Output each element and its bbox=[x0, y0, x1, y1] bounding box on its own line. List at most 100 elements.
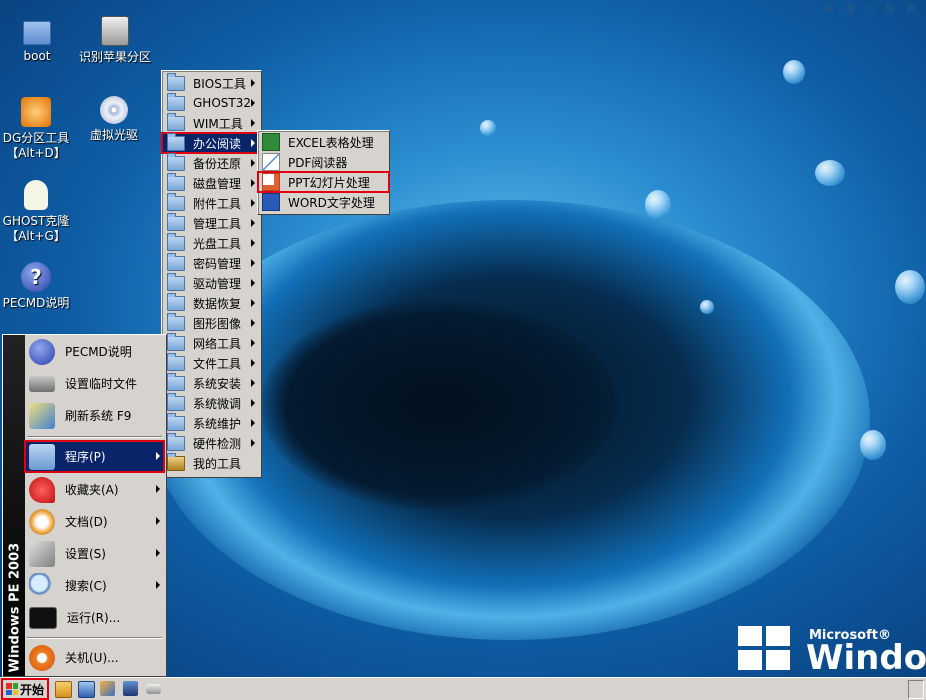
folder-icon bbox=[167, 392, 185, 411]
chevron-right-icon bbox=[251, 359, 255, 367]
quicklaunch-network-icon[interactable] bbox=[123, 681, 138, 696]
folder-icon bbox=[167, 132, 185, 151]
programs-item-hardware[interactable]: 硬件检测 bbox=[162, 432, 261, 453]
chevron-right-icon bbox=[156, 517, 160, 525]
office-menu: EXCEL表格处理 PDF阅读器 PPT幻灯片处理 WORD文字处理 bbox=[257, 130, 390, 215]
programs-item-cd[interactable]: 光盘工具 bbox=[162, 232, 261, 253]
chevron-right-icon bbox=[251, 159, 255, 167]
programs-item-disk[interactable]: 磁盘管理 bbox=[162, 172, 261, 193]
start-menu-sidebar: Windows PE 2003 bbox=[3, 335, 25, 676]
programs-item-accessories[interactable]: 附件工具 bbox=[162, 192, 261, 213]
chevron-right-icon bbox=[251, 439, 255, 447]
programs-item-bios[interactable]: BIOS工具 bbox=[162, 72, 261, 93]
quicklaunch-drive-icon[interactable] bbox=[146, 684, 161, 694]
start-item-run[interactable]: 运行(R)... bbox=[25, 602, 164, 633]
quicklaunch-tools-icon[interactable] bbox=[100, 681, 115, 696]
start-item-shutdown[interactable]: 关机(U)... bbox=[25, 642, 164, 673]
office-item-pdf[interactable]: PDF阅读器 bbox=[258, 152, 389, 172]
start-item-pecmd[interactable]: PECMD说明 bbox=[25, 336, 164, 367]
chevron-right-icon bbox=[251, 339, 255, 347]
documents-icon bbox=[29, 508, 55, 535]
desktop-icon-boot[interactable]: boot bbox=[0, 17, 77, 64]
ghost-icon bbox=[24, 180, 48, 210]
office-item-excel[interactable]: EXCEL表格处理 bbox=[258, 132, 389, 152]
programs-item-password[interactable]: 密码管理 bbox=[162, 252, 261, 273]
programs-item-network[interactable]: 网络工具 bbox=[162, 332, 261, 353]
menu-separator bbox=[27, 637, 162, 639]
programs-item-file[interactable]: 文件工具 bbox=[162, 352, 261, 373]
folder-icon bbox=[23, 21, 51, 45]
folder-icon bbox=[167, 432, 185, 451]
windows-flag-icon bbox=[6, 683, 18, 695]
virtual-cd-icon bbox=[100, 96, 128, 124]
favorites-icon bbox=[29, 476, 55, 503]
search-icon bbox=[29, 572, 55, 599]
programs-item-office[interactable]: 办公阅读 bbox=[161, 132, 262, 154]
windows-label: Windows bbox=[806, 638, 926, 677]
folder-icon bbox=[167, 272, 185, 291]
programs-item-driver[interactable]: 驱动管理 bbox=[162, 272, 261, 293]
folder-icon bbox=[167, 92, 185, 111]
folder-icon bbox=[167, 232, 185, 251]
chevron-right-icon bbox=[251, 79, 255, 87]
windows-logo bbox=[738, 626, 790, 670]
start-item-tempfile[interactable]: 设置临时文件 bbox=[25, 368, 164, 399]
programs-item-ghost32[interactable]: GHOST32 bbox=[162, 92, 261, 113]
chevron-right-icon bbox=[251, 379, 255, 387]
chevron-right-icon bbox=[156, 549, 160, 557]
chevron-right-icon bbox=[251, 179, 255, 187]
programs-item-backup[interactable]: 备份还原 bbox=[162, 152, 261, 173]
folder-icon bbox=[167, 212, 185, 231]
word-icon bbox=[262, 193, 280, 211]
programs-item-mytools[interactable]: 我的工具 bbox=[162, 452, 261, 473]
start-item-settings[interactable]: 设置(S) bbox=[25, 538, 164, 569]
memory-icon bbox=[29, 375, 55, 392]
start-item-favorites[interactable]: 收藏夹(A) bbox=[25, 474, 164, 505]
water-drop bbox=[895, 270, 925, 304]
start-button[interactable]: 开始 bbox=[1, 678, 49, 700]
programs-item-install[interactable]: 系统安装 bbox=[162, 372, 261, 393]
brand-logo-text: U 深 度 U 盘 启 bbox=[805, 4, 920, 15]
chevron-right-icon bbox=[251, 139, 255, 147]
folder-icon bbox=[167, 372, 185, 391]
office-item-ppt[interactable]: PPT幻灯片处理 bbox=[257, 171, 390, 193]
taskbar: 开始 bbox=[0, 677, 926, 700]
folder-icon bbox=[167, 412, 185, 431]
programs-item-maintenance[interactable]: 系统维护 bbox=[162, 412, 261, 433]
system-tray bbox=[908, 680, 924, 699]
refresh-icon bbox=[29, 402, 55, 429]
start-item-search[interactable]: 搜索(C) bbox=[25, 570, 164, 601]
desktop-icon-pecmd[interactable]: ? PECMD说明 bbox=[0, 262, 76, 311]
water-splash-center bbox=[260, 300, 620, 510]
pdf-icon bbox=[262, 153, 280, 171]
diskgenius-icon bbox=[21, 97, 51, 127]
help-icon bbox=[29, 338, 55, 365]
chevron-right-icon bbox=[156, 581, 160, 589]
quicklaunch-explorer-icon[interactable] bbox=[55, 681, 72, 698]
folder-icon bbox=[167, 312, 185, 331]
tools-icon bbox=[167, 452, 185, 471]
chevron-right-icon bbox=[156, 485, 160, 493]
programs-item-recovery[interactable]: 数据恢复 bbox=[162, 292, 261, 313]
desktop-icon-virtual-cd[interactable]: 虚拟光驱 bbox=[74, 96, 154, 143]
start-item-programs[interactable]: 程序(P) bbox=[24, 440, 165, 473]
water-drop bbox=[860, 430, 886, 460]
quicklaunch-screen-icon[interactable] bbox=[78, 681, 95, 698]
desktop-icon-mac-partition[interactable]: 识别苹果分区 bbox=[75, 16, 155, 65]
desktop-icon-diskgenius[interactable]: DG分区工具 【Alt+D】 bbox=[0, 97, 76, 161]
programs-item-wim[interactable]: WIM工具 bbox=[162, 112, 261, 133]
start-item-refresh[interactable]: 刷新系统 F9 bbox=[25, 400, 164, 431]
help-icon: ? bbox=[21, 262, 51, 292]
chevron-right-icon bbox=[251, 259, 255, 267]
shutdown-icon bbox=[29, 644, 55, 671]
programs-item-tweak[interactable]: 系统微调 bbox=[162, 392, 261, 413]
programs-item-admin[interactable]: 管理工具 bbox=[162, 212, 261, 233]
start-item-documents[interactable]: 文档(D) bbox=[25, 506, 164, 537]
desktop-icon-ghost[interactable]: GHOST克隆 【Alt+G】 bbox=[0, 180, 76, 244]
chevron-right-icon bbox=[156, 452, 160, 460]
programs-item-graphics[interactable]: 图形图像 bbox=[162, 312, 261, 333]
chevron-right-icon bbox=[251, 219, 255, 227]
ppt-icon bbox=[262, 173, 280, 191]
office-item-word[interactable]: WORD文字处理 bbox=[258, 192, 389, 212]
start-menu: Windows PE 2003 PECMD说明 设置临时文件 刷新系统 F9 程… bbox=[2, 334, 167, 677]
